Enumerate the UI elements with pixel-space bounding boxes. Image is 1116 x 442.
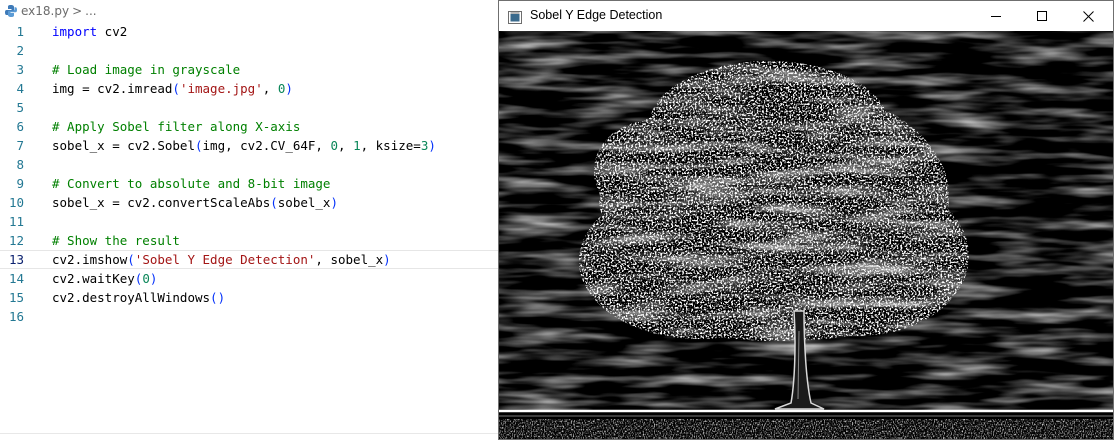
code-token: , — [262, 81, 278, 96]
code-line[interactable]: 4 img = cv2.imread('image.jpg', 0) — [0, 79, 500, 98]
code-token: () — [210, 290, 226, 305]
code-line[interactable]: 8 — [0, 155, 500, 174]
code-line[interactable]: 12 # Show the result — [0, 231, 500, 250]
code-token: 0 — [142, 271, 150, 286]
code-line[interactable]: 11 — [0, 212, 500, 231]
code-token: ) — [383, 252, 391, 267]
minimize-icon — [991, 16, 1001, 17]
line-number: 14 — [8, 271, 24, 286]
code-token: # Load image in grayscale — [52, 62, 241, 77]
code-token: , sobel_x — [315, 252, 384, 267]
code-token: ( — [270, 195, 278, 210]
code-token: 0 — [330, 138, 338, 153]
maximize-icon — [1037, 11, 1047, 21]
code-line[interactable]: 5 — [0, 98, 500, 117]
code-line[interactable]: 14 cv2.waitKey(0) — [0, 269, 500, 288]
line-number: 12 — [8, 233, 24, 248]
line-number: 7 — [16, 138, 24, 153]
code-token: ( — [195, 138, 203, 153]
code-token: sobel_x — [277, 195, 331, 210]
code-token: cv2.imshow — [52, 252, 128, 267]
code-text[interactable]: cv2.destroyAllWindows() — [52, 288, 225, 307]
code-token: cv2.destroyAllWindows — [52, 290, 211, 305]
breadcrumb-separator: > — [72, 4, 83, 18]
code-token: ) — [149, 271, 158, 286]
image-window[interactable]: Sobel Y Edge Detection — [498, 0, 1114, 440]
code-token: 'image.jpg' — [179, 81, 263, 96]
code-token: import — [52, 24, 98, 39]
code-text[interactable]: # Apply Sobel filter along X-axis — [52, 117, 300, 136]
minimize-button[interactable] — [973, 1, 1019, 31]
sobel-edge-tree-image — [499, 31, 1113, 439]
image-canvas — [499, 31, 1113, 439]
code-token: img, cv2.CV_64F, — [202, 138, 331, 153]
code-token: # Apply Sobel filter along X-axis — [52, 119, 301, 134]
line-number: 15 — [8, 290, 24, 305]
code-token: # Convert to absolute and 8-bit image — [52, 176, 331, 191]
code-token: # Show the result — [52, 233, 180, 248]
line-number: 2 — [16, 43, 24, 58]
app-window-icon — [508, 9, 522, 24]
code-text[interactable]: # Show the result — [52, 231, 180, 250]
code-text[interactable]: cv2.imshow('Sobel Y Edge Detection', sob… — [52, 251, 391, 268]
maximize-button[interactable] — [1019, 1, 1065, 31]
code-lines[interactable]: 1 import cv2 2 3 # Load image in grayscale 4 i… — [0, 22, 500, 326]
code-text[interactable]: cv2.waitKey(0) — [52, 269, 157, 288]
line-number: 8 — [16, 157, 24, 172]
line-number: 6 — [16, 119, 24, 134]
code-text[interactable]: # Convert to absolute and 8-bit image — [52, 174, 330, 193]
line-number: 10 — [8, 195, 24, 210]
code-line[interactable]: 6 # Apply Sobel filter along X-axis — [0, 117, 500, 136]
code-token: sobel_x = cv2.Sobel — [52, 138, 195, 153]
code-line[interactable]: 2 — [0, 41, 500, 60]
code-token: img = cv2.imread — [52, 81, 173, 96]
breadcrumb: ex18.py > ... — [4, 2, 97, 20]
code-text[interactable]: img = cv2.imread('image.jpg', 0) — [52, 79, 293, 98]
code-token: ( — [172, 81, 180, 96]
code-token: cv2.waitKey — [52, 271, 135, 286]
code-line[interactable]: 9 # Convert to absolute and 8-bit image — [0, 174, 500, 193]
code-token: ) — [330, 195, 338, 210]
line-number: 4 — [16, 81, 24, 96]
code-text[interactable]: import cv2 — [52, 22, 127, 41]
code-line[interactable]: 13 cv2.imshow('Sobel Y Edge Detection', s… — [0, 250, 500, 269]
window-titlebar[interactable]: Sobel Y Edge Detection — [499, 1, 1113, 31]
line-number: 16 — [8, 309, 24, 324]
line-number: 5 — [16, 100, 24, 115]
python-file-icon — [4, 4, 18, 18]
code-line[interactable]: 7 sobel_x = cv2.Sobel(img, cv2.CV_64F, 0,… — [0, 136, 500, 155]
horizontal-scrollbar[interactable] — [0, 433, 500, 442]
code-text[interactable]: sobel_x = cv2.Sobel(img, cv2.CV_64F, 0 , … — [52, 136, 436, 155]
line-number: 11 — [8, 214, 24, 229]
breadcrumb-file[interactable]: ex18.py — [21, 4, 69, 18]
close-icon — [1082, 10, 1094, 22]
code-text[interactable]: # Load image in grayscale — [52, 60, 240, 79]
code-token: ( — [127, 252, 135, 267]
line-number: 9 — [16, 176, 24, 191]
code-token: 'Sobel Y Edge Detection' — [134, 252, 316, 267]
code-token: sobel_x = cv2.convertScaleAbs — [52, 195, 271, 210]
close-button[interactable] — [1065, 1, 1111, 31]
code-token: ) — [428, 138, 436, 153]
code-line[interactable]: 15 cv2.destroyAllWindows() — [0, 288, 500, 307]
code-line[interactable]: 16 — [0, 307, 500, 326]
code-text[interactable]: sobel_x = cv2.convertScaleAbs(sobel_x) — [52, 193, 338, 212]
code-line[interactable]: 1 import cv2 — [0, 22, 500, 41]
code-line[interactable]: 10 sobel_x = cv2.convertScaleAbs(sobel_x) — [0, 193, 500, 212]
code-token: , — [338, 138, 354, 153]
code-token: , ksize= — [360, 138, 421, 153]
code-token: cv2 — [97, 24, 128, 39]
line-number: 3 — [16, 62, 24, 77]
breadcrumb-more[interactable]: ... — [85, 4, 96, 18]
code-token: 1 — [353, 138, 361, 153]
code-token: ) — [285, 81, 293, 96]
line-number: 1 — [16, 24, 24, 39]
line-number: 13 — [8, 252, 24, 267]
code-line[interactable]: 3 # Load image in grayscale — [0, 60, 500, 79]
window-title: Sobel Y Edge Detection — [530, 8, 663, 22]
